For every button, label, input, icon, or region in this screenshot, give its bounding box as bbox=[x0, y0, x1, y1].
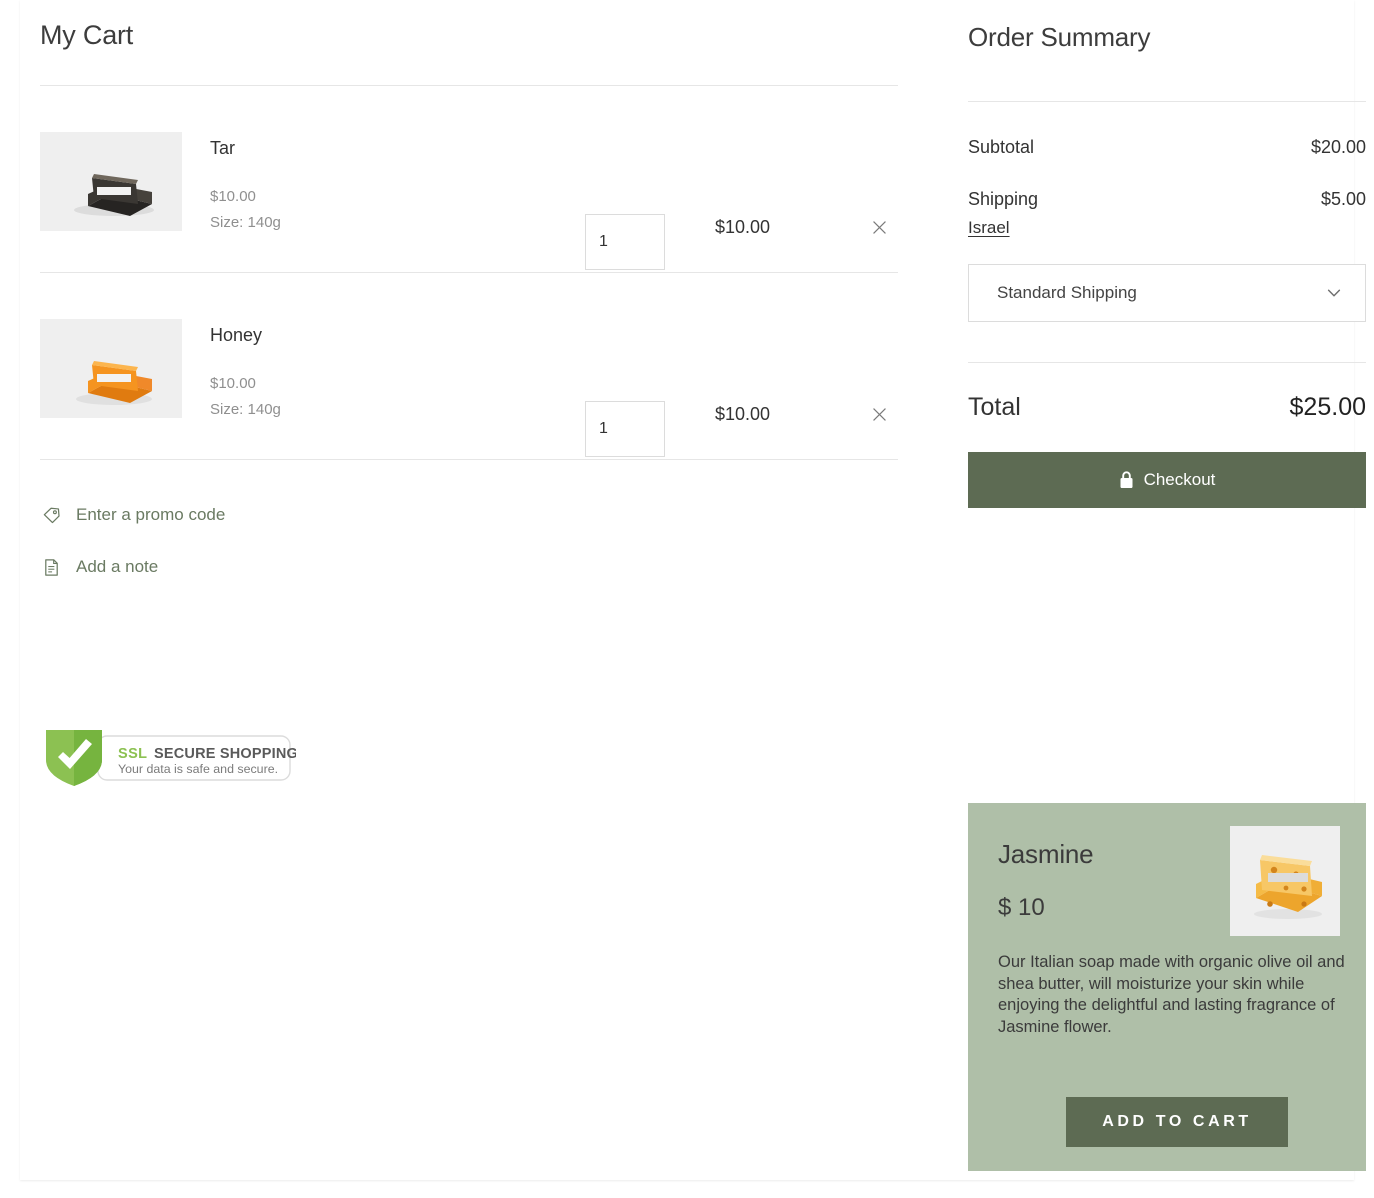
chevron-down-icon bbox=[1325, 284, 1343, 302]
remove-item-button[interactable] bbox=[866, 401, 892, 427]
product-info: Honey $10.00 Size: 140g bbox=[210, 319, 540, 418]
shipping-country-link[interactable]: Israel bbox=[968, 218, 1010, 238]
quantity-input-wrapper[interactable] bbox=[585, 401, 665, 457]
ssl-secure-badge: SSL SECURE SHOPPING Your data is safe an… bbox=[40, 728, 298, 788]
shipping-method-value: Standard Shipping bbox=[997, 283, 1137, 302]
shipping-value: $5.00 bbox=[1320, 189, 1366, 209]
product-line-total: $10.00 bbox=[715, 217, 771, 237]
cart-item-row: Tar $10.00 Size: 140g $10.00 bbox=[40, 86, 898, 272]
remove-item-button[interactable] bbox=[866, 214, 892, 240]
shipping-label: Shipping bbox=[968, 189, 1039, 209]
cart-actions: Enter a promo code Add a note bbox=[40, 504, 898, 578]
shipping-method-select[interactable]: Standard Shipping bbox=[968, 264, 1366, 322]
product-line-total: $10.00 bbox=[715, 404, 771, 424]
promo-code-button[interactable]: Enter a promo code bbox=[40, 504, 898, 526]
promo-product-thumbnail[interactable] bbox=[1230, 826, 1340, 936]
product-size: Size: 140g bbox=[210, 213, 281, 231]
total-label: Total bbox=[968, 393, 1021, 421]
jasmine-soap-icon bbox=[1230, 826, 1340, 936]
checkout-button[interactable]: Checkout bbox=[968, 452, 1366, 508]
subtotal-label: Subtotal bbox=[968, 137, 1035, 157]
tag-icon bbox=[40, 504, 62, 526]
add-note-button[interactable]: Add a note bbox=[40, 556, 898, 578]
subtotal-row: Subtotal $20.00 bbox=[968, 137, 1366, 158]
product-name: Tar bbox=[210, 138, 236, 158]
close-icon bbox=[872, 407, 886, 421]
shipping-row: Shipping $5.00 bbox=[968, 189, 1366, 210]
summary-divider-top bbox=[968, 101, 1366, 102]
promo-product-description: Our Italian soap made with organic olive… bbox=[998, 953, 1345, 1036]
quantity-input[interactable] bbox=[599, 233, 659, 251]
close-icon bbox=[872, 220, 886, 234]
page-title: My Cart bbox=[40, 20, 134, 50]
add-to-cart-button[interactable]: ADD TO CART bbox=[1066, 1097, 1288, 1147]
promo-code-label: Enter a promo code bbox=[76, 505, 226, 524]
lock-icon bbox=[1119, 471, 1134, 489]
subtotal-value: $20.00 bbox=[1310, 137, 1366, 157]
cart-section: My Cart Tar $10.00 Size: 140g 1 $10.00 H… bbox=[40, 0, 898, 608]
product-thumbnail[interactable] bbox=[40, 319, 182, 418]
honey-soap-icon bbox=[40, 319, 182, 418]
svg-text:Your data is safe and secure.: Your data is safe and secure. bbox=[118, 762, 278, 776]
svg-text:SSL: SSL bbox=[118, 746, 147, 762]
product-promo-card: Jasmine $ 10 Our Italian soap made with bbox=[968, 803, 1366, 1171]
product-thumbnail[interactable] bbox=[40, 132, 182, 231]
order-summary-title: Order Summary bbox=[968, 22, 1151, 52]
product-unit-price: $10.00 bbox=[210, 374, 256, 392]
svg-text:SECURE SHOPPING: SECURE SHOPPING bbox=[154, 746, 296, 762]
order-summary-section: Order Summary Subtotal $20.00 Shipping $… bbox=[968, 0, 1366, 508]
page-shell: My Cart Tar $10.00 Size: 140g 1 $10.00 H… bbox=[20, 0, 1366, 1180]
total-value: $25.00 bbox=[1289, 393, 1366, 421]
product-size: Size: 140g bbox=[210, 400, 281, 418]
checkout-label: Checkout bbox=[1143, 470, 1216, 489]
tar-soap-icon bbox=[40, 132, 182, 231]
product-info: Tar $10.00 Size: 140g bbox=[210, 132, 540, 231]
quantity-input[interactable] bbox=[599, 420, 659, 438]
cart-item-row: Honey $10.00 Size: 140g $10.00 bbox=[40, 273, 898, 459]
cart-page: My Cart Tar $10.00 Size: 140g 1 $10.00 H… bbox=[0, 0, 1374, 1198]
ssl-badge-icon: SSL SECURE SHOPPING Your data is safe an… bbox=[46, 730, 298, 786]
quantity-input-wrapper[interactable] bbox=[585, 214, 665, 270]
cart-divider-2 bbox=[40, 459, 898, 460]
total-row: Total $25.00 bbox=[968, 393, 1366, 422]
product-name: Honey bbox=[210, 325, 263, 345]
summary-divider-mid bbox=[968, 362, 1366, 363]
document-icon bbox=[40, 556, 62, 578]
add-note-label: Add a note bbox=[76, 557, 159, 576]
product-unit-price: $10.00 bbox=[210, 187, 256, 205]
